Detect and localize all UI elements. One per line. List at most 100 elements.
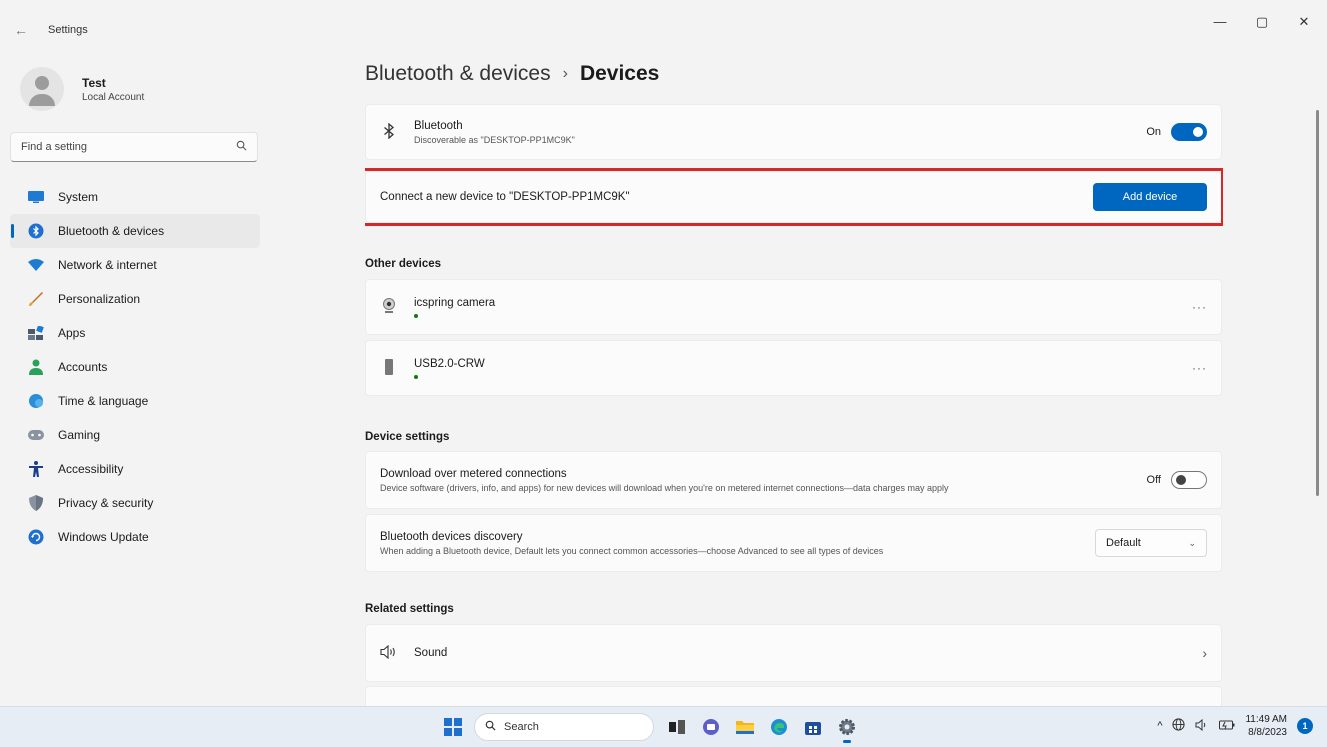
shield-icon xyxy=(28,495,44,511)
profile-name: Test xyxy=(82,75,106,90)
metered-title: Download over metered connections xyxy=(380,467,567,480)
system-icon xyxy=(28,189,44,205)
store-icon[interactable] xyxy=(802,716,824,738)
clock-date: 8/8/2023 xyxy=(1248,727,1287,738)
discovery-dropdown[interactable]: Default ⌄ xyxy=(1095,529,1207,557)
connected-status-dot xyxy=(414,313,418,318)
more-options-button[interactable]: ··· xyxy=(1192,300,1207,314)
metered-setting-card: Download over metered connections Device… xyxy=(365,451,1222,509)
notification-badge[interactable]: 1 xyxy=(1297,718,1313,734)
profile[interactable]: Test Local Account xyxy=(20,64,144,114)
gamepad-icon xyxy=(28,427,44,443)
sidebar-item-apps[interactable]: Apps xyxy=(10,316,260,350)
chevron-up-icon[interactable]: ^ xyxy=(1157,720,1162,732)
scrollbar[interactable] xyxy=(1316,110,1319,496)
chevron-down-icon: ⌄ xyxy=(1188,537,1196,548)
sidebar-item-label: System xyxy=(58,190,99,204)
taskbar-center: Search xyxy=(444,713,858,743)
discovery-selected-value: Default xyxy=(1106,537,1141,549)
sidebar-item-accounts[interactable]: Accounts xyxy=(10,350,260,384)
device-name: USB2.0-CRW xyxy=(414,357,485,370)
breadcrumb: Bluetooth & devices › Devices xyxy=(365,62,659,86)
maximize-button[interactable]: ▢ xyxy=(1251,14,1273,30)
wifi-icon xyxy=(28,257,44,273)
task-view-icon[interactable] xyxy=(666,716,688,738)
main-content: Bluetooth & devices › Devices Bluetooth … xyxy=(365,56,1223,706)
metered-toggle[interactable] xyxy=(1171,471,1207,489)
metered-toggle-group: Off xyxy=(1147,471,1207,489)
chevron-right-icon: › xyxy=(1202,645,1207,661)
taskbar-search-label: Search xyxy=(504,721,539,733)
taskbar: Search ^ 11:49 AM 8/8/2023 1 xyxy=(0,706,1327,747)
sidebar-item-time-language[interactable]: Time & language xyxy=(10,384,260,418)
device-row[interactable]: icspring camera ··· xyxy=(365,279,1222,335)
search-icon[interactable] xyxy=(236,140,247,154)
search-icon xyxy=(485,720,496,734)
connected-status-dot xyxy=(414,374,418,379)
discovery-setting-card: Bluetooth devices discovery When adding … xyxy=(365,514,1222,572)
clock-time: 11:49 AM xyxy=(1245,714,1287,725)
sound-link-row[interactable]: Sound › xyxy=(365,624,1222,682)
nav-list: System Bluetooth & devices Network & int… xyxy=(10,180,260,554)
brush-icon xyxy=(28,291,44,307)
window-controls: — ▢ ✕ xyxy=(1209,14,1315,30)
bluetooth-toggle[interactable] xyxy=(1171,123,1207,141)
sound-label: Sound xyxy=(414,647,448,659)
bluetooth-title: Bluetooth xyxy=(414,119,463,132)
next-related-row[interactable] xyxy=(365,686,1222,706)
sidebar: Test Local Account System Bluetooth & de… xyxy=(0,56,270,706)
sidebar-item-network[interactable]: Network & internet xyxy=(10,248,260,282)
globe-clock-icon xyxy=(28,393,44,409)
sidebar-item-label: Gaming xyxy=(58,428,101,442)
edge-browser-icon[interactable] xyxy=(768,716,790,738)
bluetooth-state-label: On xyxy=(1146,126,1161,138)
apps-icon xyxy=(28,325,44,341)
update-icon xyxy=(28,529,44,545)
sidebar-item-personalization[interactable]: Personalization xyxy=(10,282,260,316)
sidebar-item-bluetooth-devices[interactable]: Bluetooth & devices xyxy=(10,214,260,248)
bluetooth-toggle-group: On xyxy=(1146,123,1207,141)
search-input[interactable] xyxy=(21,141,236,153)
sidebar-item-label: Bluetooth & devices xyxy=(58,224,165,238)
person-icon xyxy=(28,359,44,375)
other-devices-title: Other devices xyxy=(365,258,442,270)
sidebar-item-label: Windows Update xyxy=(58,530,149,544)
volume-icon[interactable] xyxy=(1195,718,1209,734)
windows-start-icon[interactable] xyxy=(444,718,462,736)
sidebar-item-label: Accounts xyxy=(58,360,108,374)
sidebar-item-label: Time & language xyxy=(58,394,149,408)
close-button[interactable]: ✕ xyxy=(1293,14,1315,30)
avatar xyxy=(20,67,64,111)
device-row[interactable]: USB2.0-CRW ··· xyxy=(365,340,1222,396)
sidebar-item-label: Apps xyxy=(58,326,86,340)
page-title: Devices xyxy=(579,62,660,85)
taskbar-search[interactable]: Search xyxy=(474,713,654,741)
clock[interactable]: 11:49 AM 8/8/2023 xyxy=(1245,713,1287,739)
sidebar-item-privacy-security[interactable]: Privacy & security xyxy=(10,486,260,520)
webcam-icon xyxy=(380,297,398,317)
chat-icon[interactable] xyxy=(700,716,722,738)
related-settings-title: Related settings xyxy=(365,603,454,615)
title-bar: ← Settings — ▢ ✕ xyxy=(0,0,1327,56)
speaker-icon xyxy=(380,644,398,662)
breadcrumb-parent[interactable]: Bluetooth & devices xyxy=(365,62,551,86)
discovery-title: Bluetooth devices discovery xyxy=(380,530,523,543)
file-explorer-icon[interactable] xyxy=(734,716,756,738)
device-settings-title: Device settings xyxy=(365,431,450,443)
sidebar-item-label: Privacy & security xyxy=(58,496,154,510)
metered-desc: Device software (drivers, info, and apps… xyxy=(380,482,949,493)
sidebar-item-windows-update[interactable]: Windows Update xyxy=(10,520,260,554)
sidebar-item-label: Network & internet xyxy=(58,258,157,272)
sidebar-item-gaming[interactable]: Gaming xyxy=(10,418,260,452)
search-box[interactable] xyxy=(10,132,258,162)
more-options-button[interactable]: ··· xyxy=(1192,361,1207,375)
settings-gear-icon[interactable] xyxy=(836,716,858,743)
network-globe-icon[interactable] xyxy=(1172,718,1186,734)
back-arrow-icon[interactable]: ← xyxy=(14,22,28,38)
minimize-button[interactable]: — xyxy=(1209,14,1231,30)
sidebar-item-accessibility[interactable]: Accessibility xyxy=(10,452,260,486)
sidebar-item-system[interactable]: System xyxy=(10,180,260,214)
app-title: Settings xyxy=(48,24,88,36)
battery-icon[interactable] xyxy=(1219,720,1235,733)
highlight-box xyxy=(365,168,1223,226)
